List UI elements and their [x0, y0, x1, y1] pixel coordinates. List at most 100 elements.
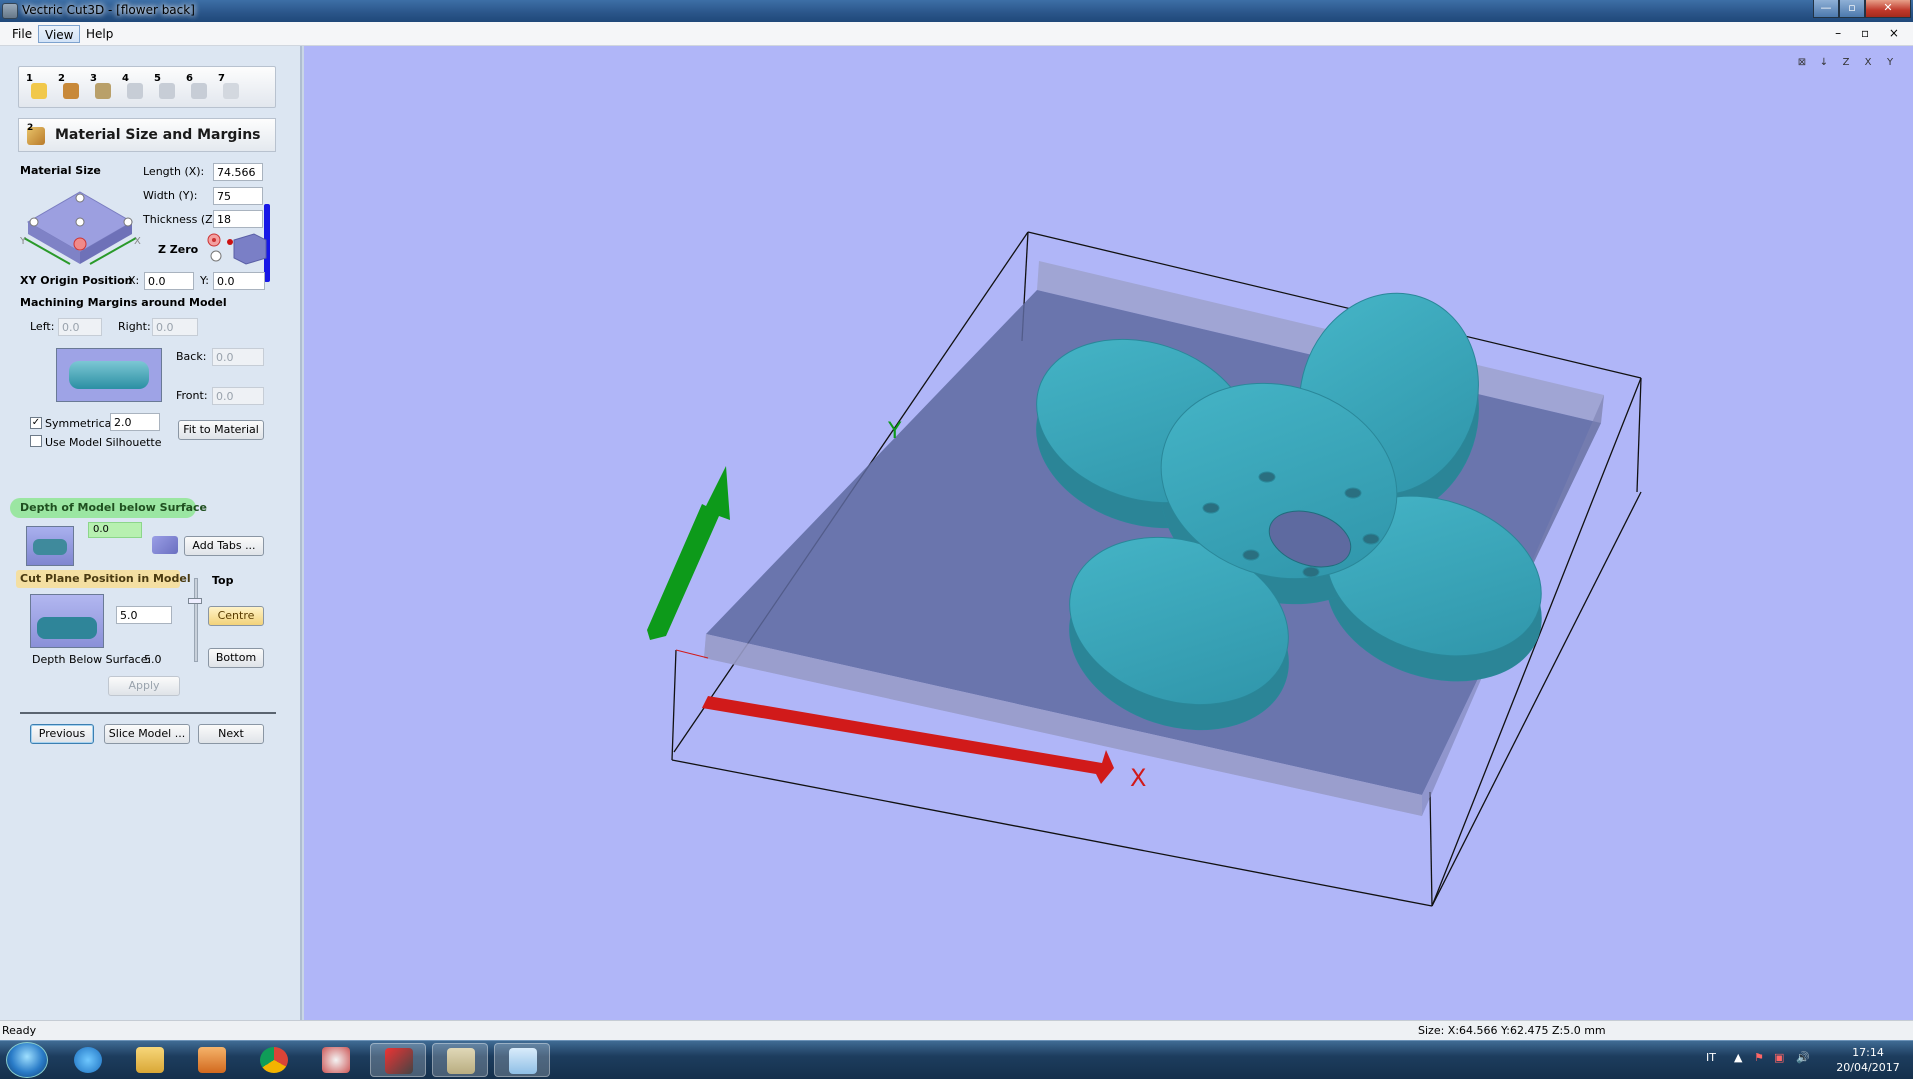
- tray-expand-icon[interactable]: ▲: [1734, 1051, 1742, 1064]
- xy-origin-label: XY Origin Position: [20, 274, 133, 287]
- ie-icon: [74, 1047, 102, 1073]
- add-tabs-button[interactable]: Add Tabs ...: [184, 536, 264, 556]
- z-zero-selector[interactable]: [204, 230, 268, 266]
- cut3d-taskbar-button[interactable]: [432, 1043, 488, 1077]
- silhouette-checkbox[interactable]: [30, 435, 42, 447]
- tabs-icon: [152, 536, 178, 554]
- vcarve-taskbar-button[interactable]: [370, 1043, 426, 1077]
- status-bar: Ready Size: X:64.566 Y:62.475 Z:5.0 mm: [0, 1020, 1913, 1040]
- symmetrical-checkbox[interactable]: ✓: [30, 417, 42, 429]
- slice-model-button[interactable]: Slice Model ...: [104, 724, 190, 744]
- maximize-button[interactable]: ▫: [1839, 0, 1865, 18]
- chrome-taskbar-button[interactable]: [246, 1043, 302, 1077]
- media-player-icon: [198, 1047, 226, 1073]
- material-block-icon: [63, 83, 79, 99]
- network-icon[interactable]: ▣: [1774, 1051, 1784, 1064]
- front-margin-field[interactable]: 0.0: [212, 387, 264, 405]
- volume-icon[interactable]: 🔊: [1796, 1051, 1810, 1064]
- cut-plane-field[interactable]: 5.0: [116, 606, 172, 624]
- back-margin-field[interactable]: 0.0: [212, 348, 264, 366]
- media-player-taskbar-button[interactable]: [184, 1043, 240, 1077]
- width-field[interactable]: 75: [213, 187, 263, 205]
- taskbar: IT ▲ ⚑ ▣ 🔊 17:14 20/04/2017: [0, 1040, 1913, 1079]
- status-size: Size: X:64.566 Y:62.475 Z:5.0 mm: [1418, 1024, 1606, 1037]
- silhouette-label: Use Model Silhouette: [45, 436, 162, 449]
- next-button[interactable]: Next: [198, 724, 264, 744]
- minimize-button[interactable]: —: [1813, 0, 1839, 18]
- save-toolpath-icon: [223, 83, 239, 99]
- action-center-icon[interactable]: ⚑: [1754, 1051, 1764, 1064]
- language-indicator[interactable]: IT: [1706, 1051, 1716, 1064]
- left-panel: 1 2 3 4 5 6 7 2 Material Size and Margin…: [0, 46, 302, 1020]
- top-label: Top: [212, 574, 234, 587]
- material-size-label: Material Size: [20, 164, 101, 177]
- menu-help[interactable]: Help: [80, 25, 119, 43]
- y-axis-arrow: [647, 466, 730, 640]
- open-folder-icon: [31, 83, 47, 99]
- start-button[interactable]: [6, 1042, 48, 1078]
- model-scene: X Y: [647, 231, 1642, 907]
- step-5-button[interactable]: 5: [151, 73, 177, 101]
- step-1-button[interactable]: 1: [23, 73, 49, 101]
- app-icon: [2, 3, 18, 19]
- clock[interactable]: 17:14 20/04/2017: [1832, 1045, 1904, 1075]
- cut3d-icon: [447, 1048, 475, 1074]
- origin-marker: [675, 649, 709, 659]
- depth-below-label: Depth Below Surface:: [32, 653, 152, 666]
- preview-icon: [191, 83, 207, 99]
- explorer-taskbar-button[interactable]: [122, 1043, 178, 1077]
- notepad-icon: [509, 1048, 537, 1074]
- fit-to-material-button[interactable]: Fit to Material: [178, 420, 264, 440]
- step-2-button[interactable]: 2: [55, 73, 81, 101]
- step-7-button[interactable]: 7: [215, 73, 241, 101]
- roughing-icon: [127, 83, 143, 99]
- left-margin-field[interactable]: 0.0: [58, 318, 102, 336]
- y-origin-field[interactable]: 0.0: [213, 272, 265, 290]
- step-4-button[interactable]: 4: [119, 73, 145, 101]
- menu-bar: File View Help – ▫ ×: [0, 22, 1913, 46]
- panel-divider: [20, 712, 276, 714]
- ie-taskbar-button[interactable]: [60, 1043, 116, 1077]
- explorer-icon: [136, 1047, 164, 1073]
- close-button[interactable]: ✕: [1865, 0, 1911, 18]
- thickness-field[interactable]: 18: [213, 210, 263, 228]
- clock-date: 20/04/2017: [1836, 1061, 1900, 1074]
- step-3-button[interactable]: 3: [87, 73, 113, 101]
- step-6-button[interactable]: 6: [183, 73, 209, 101]
- 3d-viewport[interactable]: ⊠ ↓ Z X Y X Y: [304, 46, 1913, 1020]
- step-toolbar: 1 2 3 4 5 6 7: [18, 66, 276, 108]
- previous-button[interactable]: Previous: [30, 724, 94, 744]
- bottom-button[interactable]: Bottom: [208, 648, 264, 668]
- svg-text:X: X: [134, 236, 141, 247]
- margins-label: Machining Margins around Model: [20, 296, 227, 309]
- length-field[interactable]: 74.566: [213, 163, 263, 181]
- symmetrical-field[interactable]: 2.0: [110, 413, 160, 431]
- cut-plane-slider-thumb[interactable]: [188, 598, 202, 604]
- orientation-icon: [95, 83, 111, 99]
- paint-taskbar-button[interactable]: [308, 1043, 364, 1077]
- z-zero-label: Z Zero: [158, 243, 199, 256]
- notepad-taskbar-button[interactable]: [494, 1043, 550, 1077]
- menu-view[interactable]: View: [38, 25, 81, 43]
- title-bar: Vectric Cut3D - [flower back] — ▫ ✕: [0, 0, 1913, 22]
- cut-plane-slider[interactable]: [194, 578, 198, 662]
- chrome-icon: [260, 1047, 288, 1073]
- thickness-label: Thickness (Z):: [143, 213, 221, 226]
- y-axis-label: Y: [887, 419, 902, 444]
- centre-button[interactable]: Centre: [208, 606, 264, 626]
- menu-file[interactable]: File: [6, 25, 38, 43]
- section-title: Material Size and Margins: [55, 127, 261, 143]
- right-margin-label: Right:: [118, 320, 151, 333]
- mdi-window-controls[interactable]: – ▫ ×: [1835, 26, 1907, 40]
- right-margin-field[interactable]: 0.0: [152, 318, 198, 336]
- paint-icon: [322, 1047, 350, 1073]
- cut-plane-label: Cut Plane Position in Model: [20, 572, 191, 585]
- vcarve-icon: [385, 1048, 413, 1074]
- window-title: Vectric Cut3D - [flower back]: [22, 3, 195, 17]
- y-origin-label: Y:: [200, 274, 209, 287]
- clock-time: 17:14: [1852, 1046, 1884, 1059]
- depth-field[interactable]: 0.0: [88, 522, 142, 538]
- section-header: 2 Material Size and Margins: [18, 118, 276, 152]
- x-origin-field[interactable]: 0.0: [144, 272, 194, 290]
- apply-button[interactable]: Apply: [108, 676, 180, 696]
